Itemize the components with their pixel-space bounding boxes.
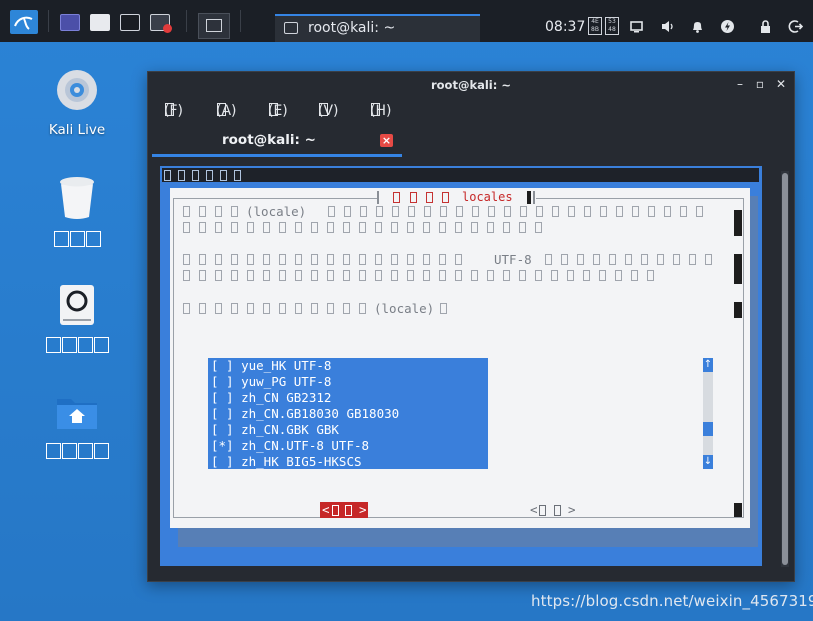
display-icon[interactable] [629, 19, 644, 34]
desktop-icon-home[interactable] [37, 393, 117, 459]
list-scrollbar[interactable]: ↑ ↓ [703, 358, 713, 469]
power-manager-icon[interactable] [720, 19, 735, 34]
tab-close-icon[interactable]: × [380, 134, 393, 147]
list-item[interactable]: [ ] yuw_PG UTF-8 [211, 374, 331, 390]
cancel-button[interactable]: < > [530, 502, 578, 518]
dialog-title: locales [462, 190, 513, 204]
list-item[interactable]: [ ] zh_HK BIG5-HKSCS [211, 454, 362, 470]
list-item[interactable]: [ ] zh_CN GB2312 [211, 390, 331, 406]
task-label: root@kali: ~ [308, 20, 396, 36]
terminal-scrollbar[interactable] [781, 171, 789, 567]
terminal-window-icon[interactable] [198, 13, 230, 39]
desktop-icon-file-system[interactable] [37, 283, 117, 353]
scroll-down-icon[interactable]: ↓ [703, 455, 713, 469]
tab-bar: root@kali: ~ × [152, 127, 402, 157]
desktop-icon-trash[interactable] [37, 175, 117, 247]
notification-bell-icon[interactable] [690, 19, 705, 34]
terminal-window: root@kali: ~ – ▫ ✕ (F) (A) (E) (V) (H) r… [147, 71, 795, 582]
panel-separator [240, 10, 241, 32]
lock-icon[interactable] [758, 19, 773, 34]
date-glyph-icon: 53 48 [605, 17, 619, 35]
close-icon[interactable]: ✕ [775, 78, 787, 90]
list-item[interactable]: [*] zh_CN.UTF-8 UTF-8 [211, 438, 369, 454]
panel-separator [48, 10, 49, 32]
terminal-small-icon [284, 22, 298, 34]
home-folder-icon [57, 399, 97, 429]
taskbar-terminal-task[interactable]: root@kali: ~ [275, 14, 480, 42]
workspace-icon[interactable] [60, 14, 80, 31]
list-item[interactable]: [ ] zh_CN.GB18030 GB18030 [211, 406, 399, 422]
dialog-title-cursor [527, 191, 531, 204]
top-panel: root@kali: ~ 08:37 4E 8B 53 48 [0, 0, 813, 42]
tab-terminal[interactable]: root@kali: ~ [222, 132, 316, 148]
list-item[interactable]: [ ] yue_HK UTF-8 [211, 358, 331, 374]
terminal-scroll-thumb[interactable] [782, 173, 788, 565]
watermark-text: https://blog.csdn.net/weixin_45673197 [531, 592, 813, 610]
locales-dialog: locales (locale) UTF-8 (locale) [] yue_… [170, 188, 750, 528]
file-manager-icon[interactable] [90, 14, 110, 31]
date-glyph-icon: 4E 8B [588, 17, 602, 35]
desktop-icon-label: Kali Live [48, 122, 106, 138]
window-titlebar[interactable]: root@kali: ~ – ▫ ✕ [148, 72, 794, 98]
trash-icon [60, 177, 94, 219]
scroll-up-icon[interactable]: ↑ [703, 358, 713, 372]
clock[interactable]: 08:37 [545, 19, 585, 35]
maximize-icon[interactable]: ▫ [754, 78, 766, 90]
list-item[interactable]: [ ] zh_CN.GBK GBK [211, 422, 339, 438]
desktop-icon-kali-live[interactable]: Kali Live [37, 68, 117, 138]
active-tab-indicator [152, 154, 402, 157]
minimize-icon[interactable]: – [734, 78, 746, 90]
ok-button[interactable]: < > [320, 502, 368, 518]
volume-icon[interactable] [660, 19, 675, 34]
logout-icon[interactable] [788, 19, 804, 34]
panel-separator [186, 10, 187, 32]
terminal-header-line [162, 168, 759, 182]
kali-menu-icon[interactable] [10, 10, 38, 34]
disc-icon [57, 70, 97, 110]
scroll-thumb[interactable] [703, 422, 713, 436]
window-title: root@kali: ~ [430, 78, 511, 92]
locale-list[interactable]: [ ] yue_HK UTF-8 [ ] yuw_PG UTF-8 [ ] zh… [208, 358, 488, 469]
terminal-content[interactable]: locales (locale) UTF-8 (locale) [] yue_… [160, 166, 762, 566]
terminal-icon[interactable] [120, 14, 140, 31]
screen-recorder-icon[interactable] [150, 14, 172, 33]
harddisk-icon [60, 285, 94, 325]
